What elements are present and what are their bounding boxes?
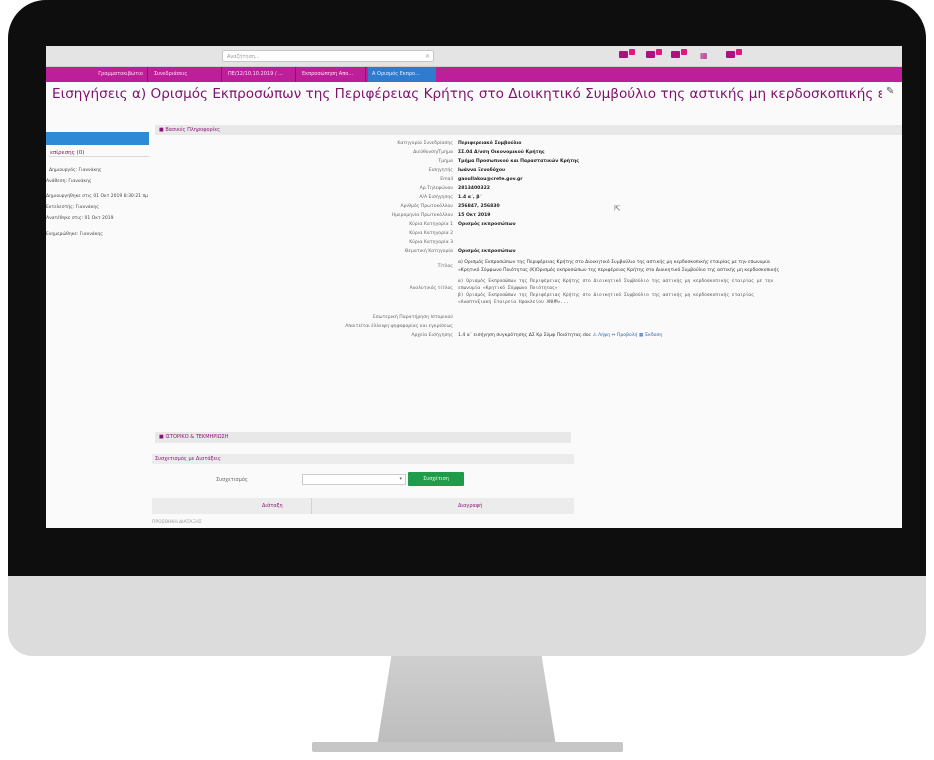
attachment-actions[interactable]: ⚠ Λήψη ⇔ Προβολή ▦ Έκδοση [593,333,663,338]
info-row: Κύρια Κατηγορία 1 Ορισμός εκπροσώπων [409,222,516,227]
messages-icon[interactable] [646,49,662,63]
tab-representation[interactable]: Εκπροσώπηση Απο... [298,67,366,82]
info-row-attachments: Αρχεία Εισήγησης 1.4 α΄ εισήγηση συγκρότ… [411,333,663,338]
info-row: Απαιτείται έλλειψη ψηφοφορίας και εγκρίσ… [345,324,453,329]
top-bar: Αναζήτηση... ✕ ▦ [46,46,902,67]
tab-current-report[interactable]: Α Ορισμός Εκπρο... [368,67,436,82]
left-sidebar: επίρεσης (0) Δημιουργός: Γιαννάκης Ανάθε… [46,122,154,528]
info-row: Ημερομηνία Πρωτοκόλλου 15 Οκτ 2019 [391,213,491,218]
info-row: Τμήμα Τμήμα Προσωπικού και Παραστατικών Κ… [438,159,579,164]
sidebar-text: Δημιουργήθηκε στις 01 Οκτ 2019 8:30:21 π… [46,194,149,199]
assoc-table-header: Διάταξη Διαγραφή [152,498,574,514]
monitor-chin [8,576,926,656]
sidebar-text: Ενημερώθηκε: Γιαννάκης [46,232,103,237]
monitor-stand-base [312,742,623,752]
chat-icon[interactable] [726,49,742,63]
info-row: Θεματική Κατηγορία Ορισμός εκπροσώπων [404,249,516,254]
sidebar-text: Ανατέθηκε στις: 01 Οκτ 2019 [46,216,114,221]
info-row: Εισηγητής Ιωάννα Ξενοδόχου [428,168,506,173]
info-row: Α/Α Εισήγησης 1.4 α΄, β΄ [419,195,482,200]
tab-bar: Γραμματοκιβώτιο Συνεδριάσεις ΠΕ/12/10.10… [46,67,902,82]
col-delete: Διαγραφή [458,503,483,509]
add-provision-link[interactable]: ΠΡΟΣΘΗΚΗ ΔΙΑΤΑΞΗΣ [152,520,202,525]
info-row: Κύρια Κατηγορία 2 [409,231,453,236]
info-row: Εσωτερική Παρατήρηση Ιστορικού [372,315,453,320]
info-row-detailed-title: «Αναπτυξιακή Εταιρεία Ηρακλείου ΑΝΗΜ»... [458,300,569,305]
search-input[interactable]: Αναζήτηση... ✕ [222,50,434,62]
info-row: Κύρια Κατηγορία 3 [409,240,453,245]
divider [49,156,149,157]
assoc-label: Συσχετισμός [216,477,248,483]
assoc-button[interactable]: Συσχέτιση [408,472,464,486]
tasks-icon[interactable] [671,49,687,63]
divider [311,498,312,514]
info-row: Κατηγορία Συνεδρίασης Περιφερειακό Συμβού… [397,141,522,146]
info-row: Αριθμός Πρωτοκόλλου 256847, 256830 [400,204,500,209]
tab-meetings[interactable]: Συνεδριάσεις [150,67,222,82]
assoc-header: Συσχετισμός με Διατάξεις [152,454,574,464]
notification-icon[interactable] [619,49,635,63]
info-row: Email gaoullakou@crete.gov.gr [440,177,523,182]
info-row-title: «Κρητικό Σύμφωνο Ποιότητας (Κ)Ορισμός εκ… [458,268,780,273]
panel-header-history[interactable]: ■ ΙΣΤΟΡΙΚΟ & ΤΕΚΜΗΡΙΩΣΗ [155,432,571,443]
screen: Αναζήτηση... ✕ ▦ Γραμματοκιβώτιο Συνεδρι… [46,46,902,528]
sidebar-active-item[interactable] [46,132,149,145]
sidebar-text: Δημιουργός: Γιαννάκης [49,168,102,173]
attachment-file[interactable]: 1.4 α΄ εισήγηση συγκρότησης ΔΣ Κρ Σύμφ Π… [458,333,591,338]
monitor-stand [377,656,556,746]
tab-meeting-detail[interactable]: ΠΕ/12/10.10.2019 / ... [224,67,296,82]
chevron-down-icon: ▾ [399,476,402,482]
calendar-icon[interactable]: ▦ [700,49,708,63]
sidebar-text: Ανάθεση: Γιαννάκης [46,179,92,184]
info-row: Αρ.Τηλεφώνου 2813400322 [419,186,490,191]
edit-icon[interactable]: ✎ [886,86,894,97]
sidebar-text: Εκτελεστής: Γιαννάκης [46,205,99,210]
col-provision: Διάταξη [262,503,283,509]
info-row: Διεύθυνση/Τμήμα ΣΣ.04 Δ/νση Οικονομικού Κ… [413,150,545,155]
tab-mailbox[interactable]: Γραμματοκιβώτιο [46,67,148,82]
panel-header-basic-info[interactable]: ■ Βασικές Πληροφορίες [155,125,902,135]
assoc-select[interactable]: ▾ [302,474,406,485]
clear-search-icon[interactable]: ✕ [425,51,430,63]
mouse-cursor-icon: ⇱ [614,204,621,213]
page-title: Εισηγήσεις α) Ορισμός Εκπροσώπων της Περ… [52,86,882,102]
